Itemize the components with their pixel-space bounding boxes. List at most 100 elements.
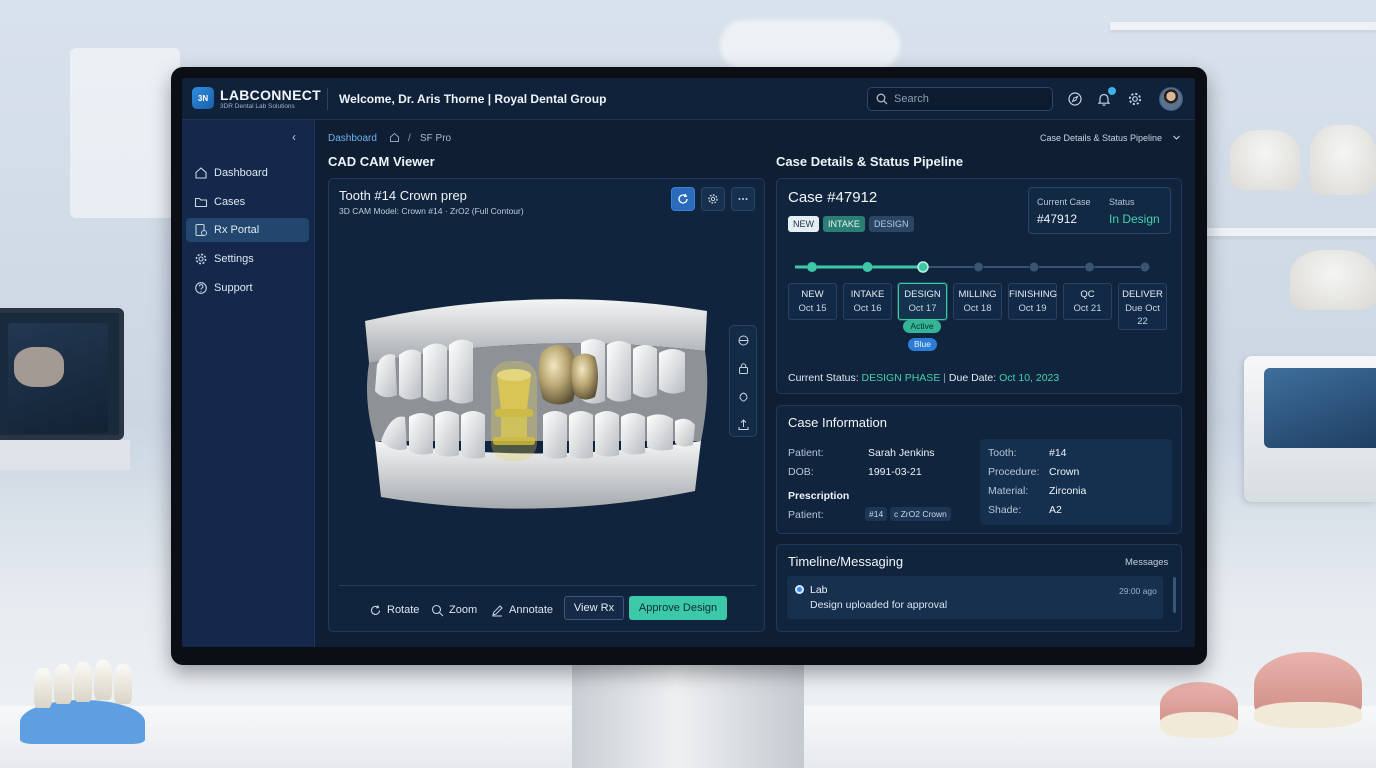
shelf-dental-model (1230, 130, 1300, 190)
more-options-button[interactable] (731, 187, 755, 211)
timeline-item[interactable]: Lab Design uploaded for approval 29:00 a… (787, 576, 1163, 619)
wall-sign (70, 48, 180, 218)
viewer-section-title: CAD CAM Viewer (328, 154, 435, 169)
stage-design[interactable]: DESIGN Oct 17 (898, 283, 947, 320)
background-counter (0, 440, 130, 470)
timeline-panel: Timeline/Messaging Messages Lab Design u… (776, 544, 1182, 632)
case-title: Case #47912 (788, 189, 878, 206)
pipeline-node-qc (1085, 262, 1094, 272)
welcome-text: Welcome, Dr. Aris Thorne | Royal Dental … (339, 92, 607, 106)
case-information-title: Case Information (788, 415, 887, 430)
stage-name: FINISHING (1009, 289, 1058, 300)
timeline-item-time: 29:00 ago (1119, 586, 1157, 596)
zoom-tool-label: Zoom (449, 604, 478, 616)
pencil-icon (492, 604, 503, 616)
view-orbit-button[interactable] (732, 329, 754, 351)
stage-intake[interactable]: INTAKE Oct 16 (843, 283, 892, 320)
stage-name: QC (1080, 289, 1095, 300)
zoom-tool-button[interactable]: Zoom (431, 599, 477, 621)
dental-3d-model[interactable] (355, 291, 717, 521)
viewer-subtitle: 3D CAM Model: Crown #14 · ZrO2 (Full Con… (339, 206, 524, 216)
status-label: Status (1109, 197, 1135, 207)
sidebar-collapse-button[interactable]: ‹ (292, 130, 296, 144)
search-input[interactable] (894, 91, 1044, 107)
rx-icon (195, 223, 207, 237)
stage-date: Due Oct 22 (1125, 303, 1160, 327)
gear-icon[interactable] (1127, 91, 1143, 107)
sidebar-item-dashboard[interactable]: Dashboard (186, 161, 309, 185)
chevron-down-icon[interactable] (1172, 133, 1181, 142)
procedure-value: Crown (1049, 466, 1080, 478)
milling-machine (1244, 356, 1376, 502)
logo-mark: 3N (192, 87, 214, 109)
search-box[interactable] (867, 87, 1053, 111)
timeline-scrollbar[interactable] (1173, 577, 1176, 613)
background-monitor (0, 308, 124, 440)
stage-new[interactable]: NEW Oct 15 (788, 283, 837, 320)
breadcrumb-dashboard-link[interactable]: Dashboard (328, 133, 377, 144)
messages-link[interactable]: Messages (1125, 557, 1168, 568)
rotate-tool-label: Rotate (387, 604, 420, 616)
sidebar-item-rx-portal[interactable]: Rx Portal (186, 218, 309, 242)
zoom-icon (431, 604, 444, 616)
sidebar-item-settings[interactable]: Settings (186, 247, 309, 271)
prescription-heading: Prescription (788, 490, 850, 502)
crown-metal-1 (538, 344, 577, 405)
app-window: 3N LABCONNECT 3DR Dental Lab Solutions W… (182, 78, 1195, 647)
top-bar: 3N LABCONNECT 3DR Dental Lab Solutions W… (182, 78, 1195, 120)
stage-finishing[interactable]: FINISHING Oct 19 (1008, 283, 1057, 320)
annotate-tool-label: Annotate (509, 604, 554, 616)
measure-tool-button[interactable] (732, 385, 754, 407)
viewer-title: Tooth #14 Crown prep (339, 188, 467, 203)
stage-date: Oct 17 (908, 303, 937, 314)
sidebar-item-support[interactable]: Support (186, 276, 309, 300)
view-settings-button[interactable] (701, 187, 725, 211)
current-case-value: #47912 (1037, 212, 1078, 226)
stage-qc[interactable]: QC Oct 21 (1063, 283, 1112, 320)
home-icon[interactable] (389, 132, 400, 143)
view-selector-label[interactable]: Case Details & Status Pipeline (1040, 133, 1162, 143)
stage-date: Oct 15 (798, 303, 827, 314)
rotate-tool-button[interactable]: Rotate (369, 599, 419, 621)
approve-design-button[interactable]: Approve Design (629, 596, 727, 620)
stage-name: INTAKE (850, 289, 885, 300)
stage-date: Oct 18 (963, 303, 992, 314)
rotate-icon (371, 604, 381, 615)
folder-icon (194, 197, 208, 208)
pipeline-node-deliver (1140, 262, 1150, 272)
desk-teeth-model (20, 660, 145, 744)
stage-name: DESIGN (904, 289, 941, 300)
sidebar-item-cases[interactable]: Cases (186, 190, 309, 214)
rx-tooth-pill: #14 (865, 507, 888, 521)
status-divider: | (943, 372, 946, 384)
shelf-dental-model (1310, 125, 1376, 195)
home-icon (195, 167, 207, 179)
view-rx-button[interactable]: View Rx (564, 596, 624, 620)
compass-icon[interactable] (1067, 91, 1083, 107)
case-information-panel: Case Information Patient: Sarah Jenkins … (776, 405, 1182, 534)
stage-milling[interactable]: MILLING Oct 18 (953, 283, 1002, 320)
stage-name: DELIVER (1122, 289, 1163, 300)
gear-icon (195, 253, 207, 265)
lock-view-button[interactable] (732, 357, 754, 379)
export-button[interactable] (732, 413, 754, 435)
stage-name: NEW (801, 289, 824, 300)
upload-icon (738, 418, 748, 430)
current-case-box: Current Case #47912 Status In Design (1028, 187, 1171, 234)
timeline-item-from: Lab (810, 584, 828, 596)
user-avatar[interactable] (1159, 87, 1183, 111)
case-tag-new: NEW (788, 216, 819, 232)
stage-deliver[interactable]: DELIVER Due Oct 22 (1118, 283, 1167, 330)
timeline-title: Timeline/Messaging (788, 554, 904, 569)
sidebar: ‹ Dashboard Cases Rx Portal Settings Sup… (182, 120, 315, 647)
material-label: Material: (988, 485, 1029, 497)
app-tagline: 3DR Dental Lab Solutions (220, 103, 295, 110)
patient-value: Sarah Jenkins (868, 447, 935, 459)
gear-icon (708, 194, 718, 204)
annotate-tool-button[interactable]: Annotate (491, 599, 553, 621)
refresh-view-button[interactable] (671, 187, 695, 211)
pipeline-node-intake (862, 262, 873, 272)
pipeline-node-milling (974, 262, 983, 272)
rx-patient-label: Patient: (788, 509, 824, 521)
stage-date: Oct 21 (1073, 303, 1102, 314)
